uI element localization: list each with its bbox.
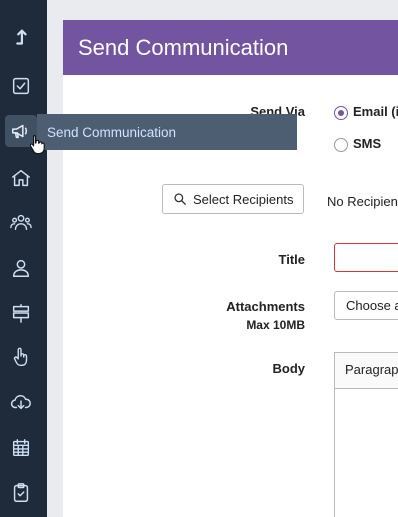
users-icon[interactable]	[5, 206, 37, 238]
sms-radio[interactable]	[334, 138, 348, 152]
home-icon[interactable]	[5, 162, 37, 194]
user-icon[interactable]	[5, 252, 37, 284]
cloud-download-icon[interactable]	[5, 386, 37, 418]
signpost-icon[interactable]	[5, 297, 37, 329]
tooltip-text: Send Communication	[47, 124, 177, 140]
hand-cursor-icon	[29, 134, 45, 154]
select-recipients-label: Select Recipients	[193, 191, 294, 207]
paragraph-format-select[interactable]: Paragrap	[335, 353, 398, 389]
choose-file-button[interactable]: Choose a	[334, 291, 398, 320]
search-icon	[174, 193, 186, 205]
page-title: Send Communication	[63, 20, 398, 75]
tooltip: Send Communication	[37, 114, 297, 150]
sms-option-label[interactable]: SMS	[353, 136, 381, 151]
hand-pointer-icon[interactable]	[5, 341, 37, 373]
email-option-label[interactable]: Email (i	[353, 104, 398, 119]
email-radio[interactable]	[334, 106, 348, 120]
select-recipients-button[interactable]: Select Recipients	[162, 184, 304, 214]
clipboard-check-icon[interactable]	[5, 477, 37, 509]
checkbox-icon[interactable]	[5, 70, 37, 102]
sidebar	[0, 0, 47, 517]
attachments-label: Attachments	[226, 299, 305, 314]
title-input[interactable]	[334, 243, 398, 272]
title-label: Title	[278, 252, 306, 267]
calendar-icon[interactable]	[5, 432, 37, 464]
body-editor[interactable]: Paragrap	[334, 352, 398, 517]
upload-arrow-icon[interactable]	[5, 22, 37, 54]
body-label: Body	[272, 361, 306, 376]
send-communication-panel: Send Communication Send Via Email (i SMS…	[63, 20, 398, 517]
no-recipients-text: No Recipien	[327, 194, 398, 209]
attachments-size-note: Max 10MB	[246, 318, 305, 332]
